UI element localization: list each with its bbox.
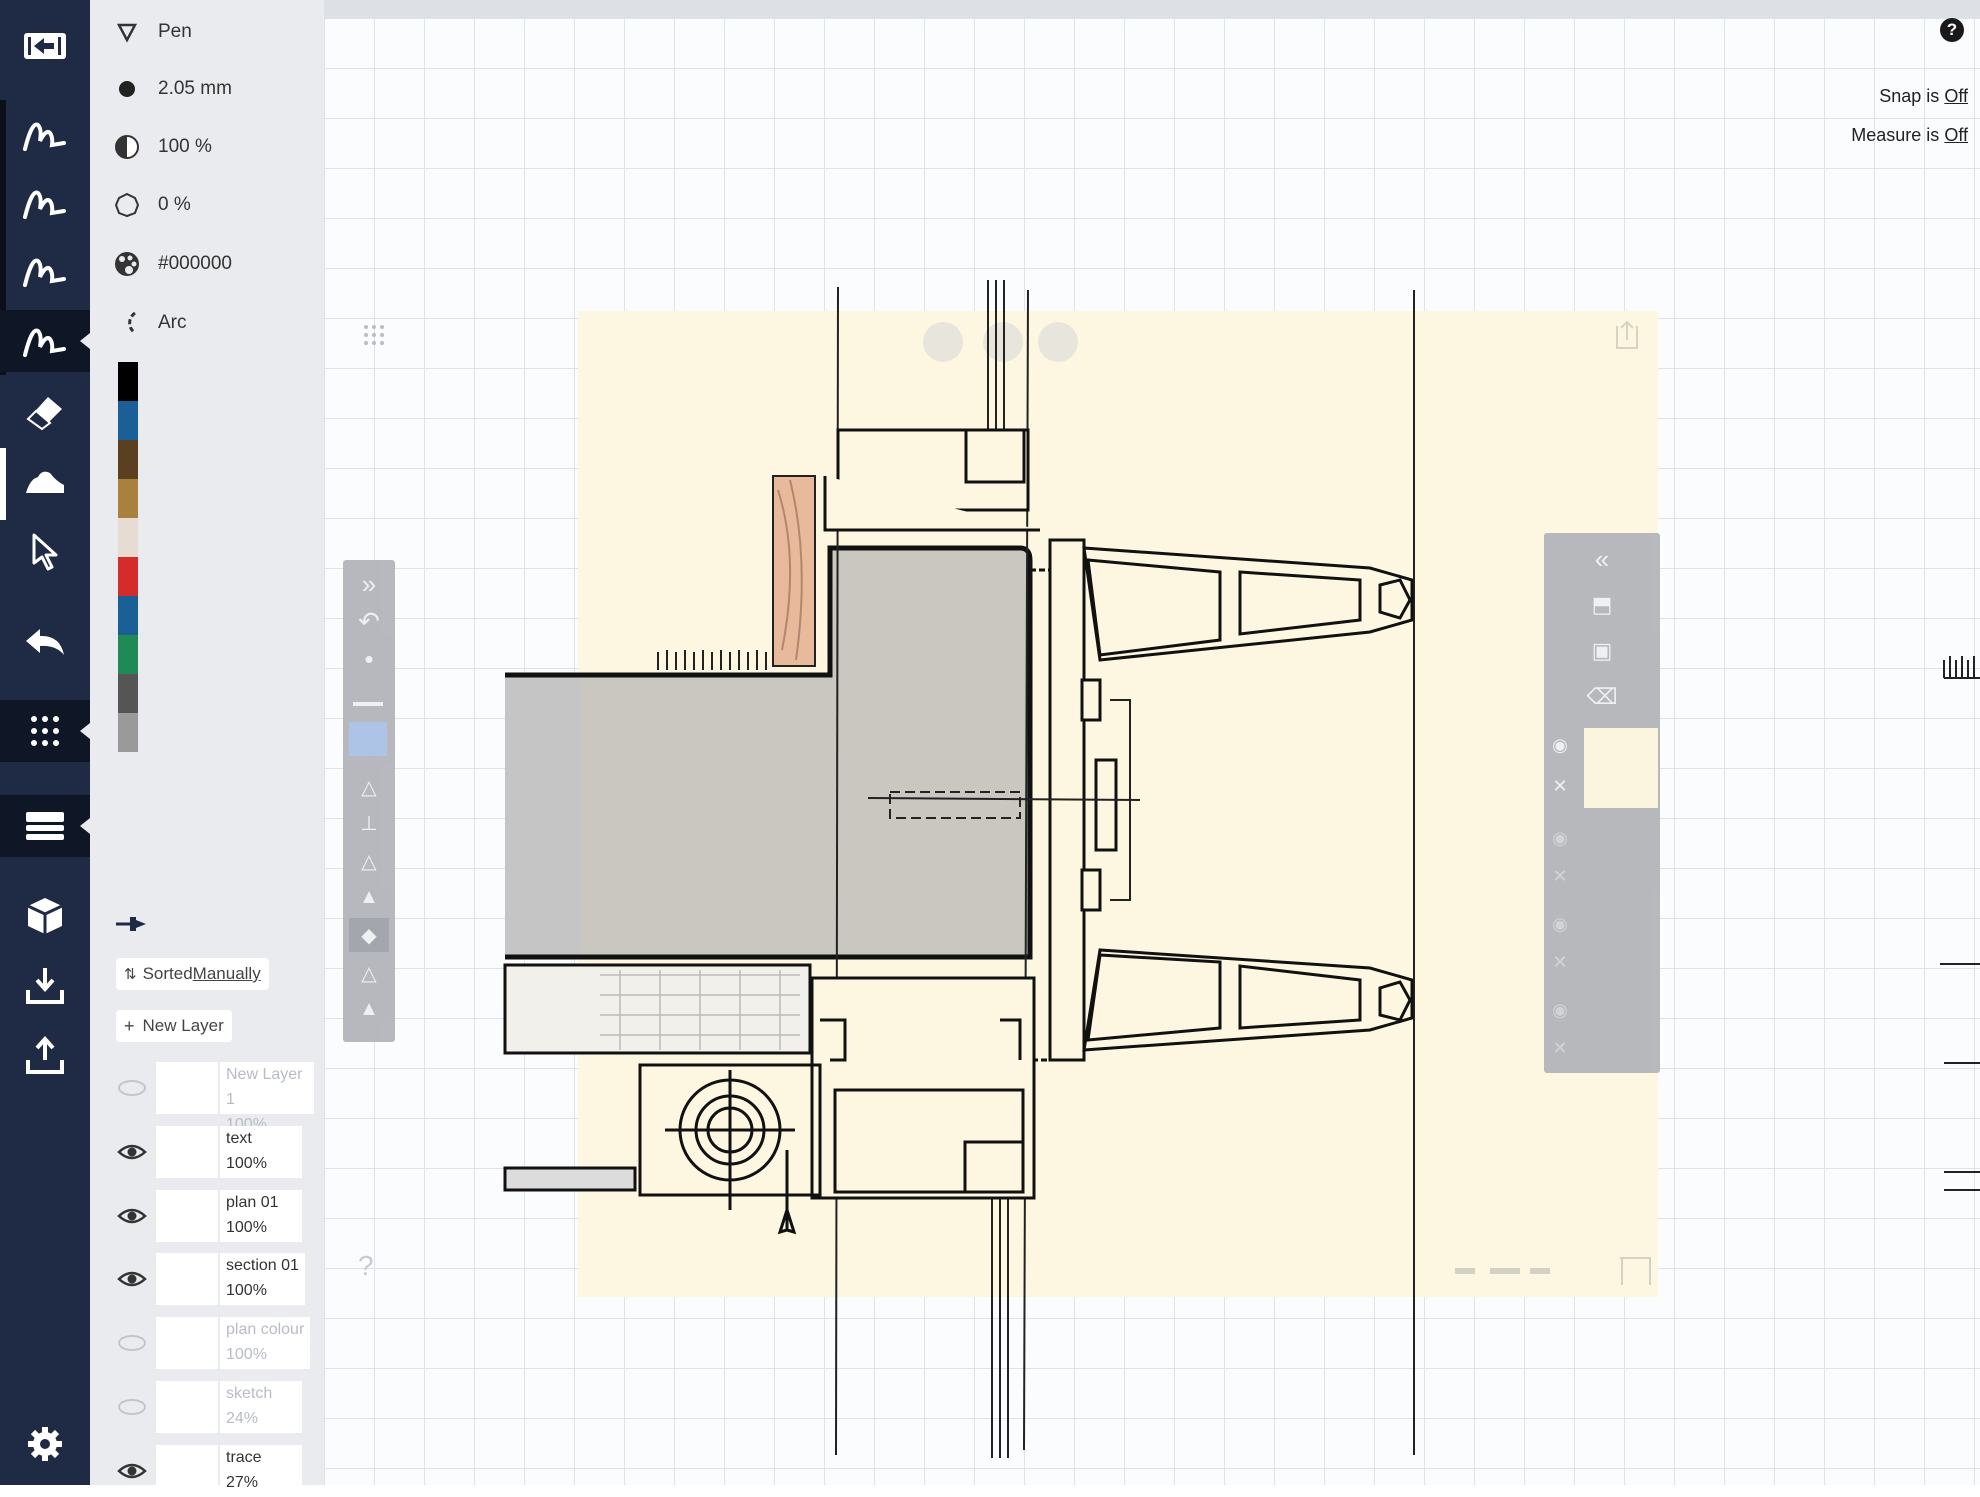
grid-handle-icon xyxy=(364,325,384,345)
eye-icon[interactable]: ◉ xyxy=(1544,728,1576,762)
marker-icon[interactable]: △ xyxy=(343,844,395,878)
ink-icon[interactable]: ▲ xyxy=(343,992,395,1026)
layer-toolbar: « ⬒ ▣ ⌫ ◉ ✕ ◉ ✕ ◉ ✕ ◉ ✕ xyxy=(1544,533,1660,1073)
paper-thumbnail[interactable] xyxy=(1584,728,1658,808)
dot-brush-icon[interactable]: • xyxy=(343,642,395,676)
snap-label: Snap is xyxy=(1879,86,1945,106)
line-weight-icon[interactable] xyxy=(353,702,383,706)
measure-state[interactable]: Off xyxy=(1944,125,1968,145)
eraser-icon[interactable]: ◆ xyxy=(349,918,389,952)
edge-marks xyxy=(1940,656,1980,1191)
eye-icon[interactable]: ◉ xyxy=(1544,821,1576,855)
eye-icon[interactable]: ◉ xyxy=(1544,993,1576,1027)
help-icon[interactable]: ? xyxy=(1940,18,1964,42)
color-chip-icon[interactable] xyxy=(349,722,387,756)
paper-tools xyxy=(923,322,1078,362)
close-icon[interactable]: ✕ xyxy=(1544,1031,1576,1065)
fill-icon[interactable]: ▲ xyxy=(343,880,395,914)
eye-icon[interactable]: ◉ xyxy=(1544,907,1576,941)
paper-toolbar: » ↶ • △ ⊥ △ ▲ ◆ △ ▲ xyxy=(343,560,395,1042)
expand-icon[interactable]: » xyxy=(343,566,395,602)
close-icon[interactable]: ✕ xyxy=(1544,769,1576,803)
add-paper-icon[interactable]: ⬒ xyxy=(1544,585,1660,625)
image-icon[interactable]: ▣ xyxy=(1544,631,1660,671)
pen-icon[interactable]: ⊥ xyxy=(343,806,395,840)
close-icon[interactable]: ✕ xyxy=(1544,945,1576,979)
measure-label: Measure is xyxy=(1851,125,1945,145)
snap-toggle[interactable]: Snap is Off xyxy=(1879,86,1968,107)
drawing-overlay xyxy=(364,280,1980,1458)
close-icon[interactable]: ✕ xyxy=(1544,859,1576,893)
brush-icon[interactable]: △ xyxy=(343,956,395,990)
measure-toggle[interactable]: Measure is Off xyxy=(1851,125,1968,146)
pencil-icon[interactable]: △ xyxy=(343,770,395,804)
snap-state[interactable]: Off xyxy=(1944,86,1968,106)
trash-icon[interactable]: ⌫ xyxy=(1544,677,1660,717)
collapse-icon[interactable]: « xyxy=(1544,539,1660,579)
question-icon[interactable]: ? xyxy=(358,1250,374,1282)
undo-icon[interactable]: ↶ xyxy=(343,604,395,638)
